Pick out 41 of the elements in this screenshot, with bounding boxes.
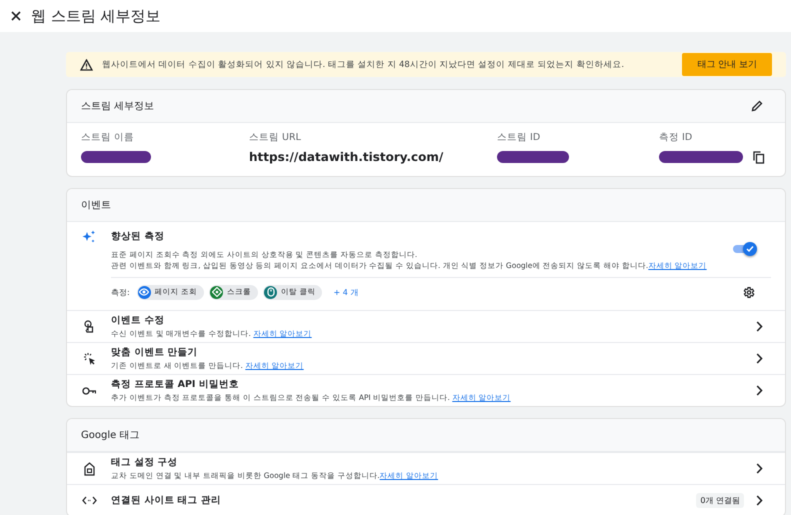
enhanced-measurement-title: 향상된 측정: [111, 230, 166, 243]
warning-icon: [80, 58, 93, 70]
more-measures-link[interactable]: + 4 개: [333, 286, 358, 298]
pointing-hand-icon: [83, 320, 95, 334]
card-title: 이벤트: [81, 199, 111, 212]
key-icon: [82, 386, 96, 396]
row-title: 연결된 사이트 태그 관리: [111, 494, 222, 507]
warning-message: 웹사이트에서 데이터 수집이 활성화되어 있지 않습니다. 태그를 설치한 지 48시간이 지났다면 설정이 제대로 되었는지 확인하세요.: [102, 58, 626, 70]
row-title: 이벤트 수정: [111, 314, 166, 327]
copy-icon[interactable]: [753, 150, 765, 164]
row-title: 측정 프로토콜 API 비밀번호: [111, 378, 240, 391]
chevron-right-icon: [756, 353, 763, 364]
tag-setting-row[interactable]: 연결된 사이트 태그 관리 0개 연결됨: [67, 484, 785, 515]
row-title: 맞춤 이벤트 만들기: [111, 346, 199, 359]
toggle-switch[interactable]: [733, 242, 757, 256]
card-title: 스트림 세부정보: [81, 100, 154, 113]
field-label: 스트림 ID: [497, 131, 542, 144]
check-icon: [746, 245, 754, 253]
edit-icon[interactable]: [751, 100, 763, 112]
close-icon[interactable]: [11, 11, 21, 21]
field-label: 스트림 이름: [81, 131, 136, 144]
connection-count-badge: 0개 연결됨: [696, 493, 744, 508]
measures-label: 측정:: [111, 286, 130, 298]
chevron-right-icon: [756, 321, 763, 332]
chevron-right-icon: [756, 463, 763, 474]
sparkle-icon: [81, 230, 97, 244]
row-title: 태그 설정 구성: [111, 456, 179, 469]
cursor-click-icon: [82, 352, 96, 365]
tag-icon: [84, 462, 94, 476]
redaction-mark: [81, 151, 151, 163]
code-icon: [82, 496, 96, 505]
settings-icon[interactable]: [742, 286, 755, 298]
field-label: 스트림 URL: [249, 131, 302, 144]
card-title: Google 태그: [81, 429, 140, 442]
redaction-mark: [497, 151, 569, 163]
tag-guide-button[interactable]: 태그 안내 보기: [682, 53, 772, 76]
field-label: 측정 ID: [659, 131, 694, 144]
field-value: https://datawith.tistory.com/: [249, 150, 444, 164]
page-title: 웹 스트림 세부정보: [31, 6, 161, 26]
chevron-right-icon: [756, 385, 763, 396]
chevron-right-icon: [756, 495, 763, 506]
